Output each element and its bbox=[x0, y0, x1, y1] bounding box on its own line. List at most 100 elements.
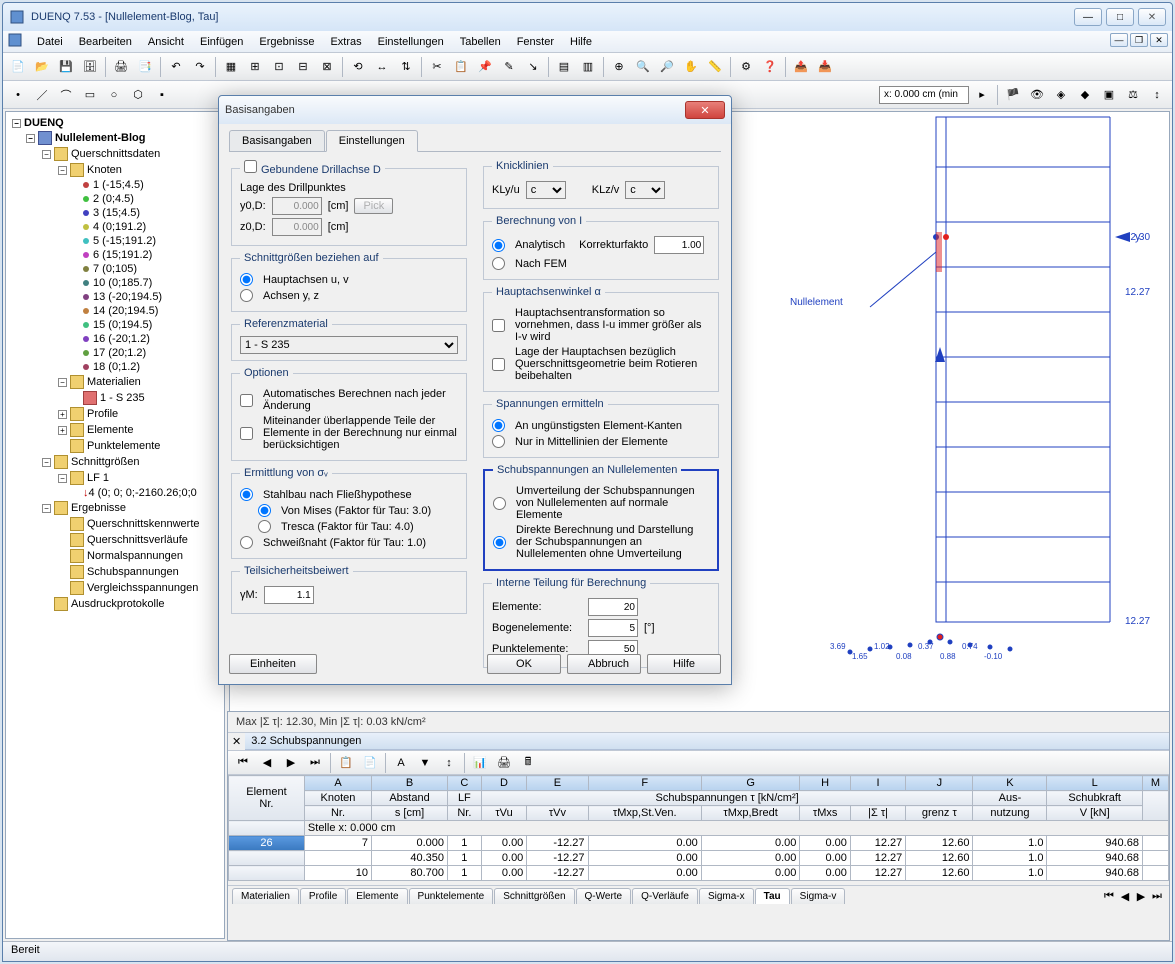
col-letter-g[interactable]: G bbox=[701, 776, 800, 791]
circle-icon[interactable]: ○ bbox=[103, 84, 125, 106]
pick-button[interactable]: Pick bbox=[354, 198, 393, 214]
hilfe-button[interactable]: Hilfe bbox=[647, 654, 721, 674]
undo-icon[interactable]: ↶ bbox=[165, 56, 187, 78]
tree-ergebnis-item[interactable]: Normalspannungen bbox=[10, 548, 220, 564]
tree-knoten[interactable]: −Knoten bbox=[10, 162, 220, 178]
tree-project[interactable]: −Nullelement-Blog bbox=[10, 130, 220, 146]
tree-knoten-item[interactable]: 4 (0;191.2) bbox=[10, 220, 220, 234]
abbruch-button[interactable]: Abbruch bbox=[567, 654, 641, 674]
open-icon[interactable]: 📂 bbox=[31, 56, 53, 78]
dialog-titlebar[interactable]: Basisangaben ✕ bbox=[219, 96, 731, 124]
zoom-in-icon[interactable]: 🔍 bbox=[632, 56, 654, 78]
tab-scroll-first[interactable]: ⏮ bbox=[1101, 888, 1117, 904]
rect-icon[interactable]: ▭ bbox=[79, 84, 101, 106]
korrektur-input[interactable] bbox=[654, 236, 704, 254]
snap-icon[interactable]: ⊞ bbox=[244, 56, 266, 78]
result-tab[interactable]: Elemente bbox=[347, 888, 407, 904]
tree-profile[interactable]: +Profile bbox=[10, 406, 220, 422]
tree-knoten-item[interactable]: 16 (-20;1.2) bbox=[10, 332, 220, 346]
tree-knoten-item[interactable]: 15 (0;194.5) bbox=[10, 318, 220, 332]
export-icon[interactable]: 📤 bbox=[790, 56, 812, 78]
tree-knoten-item[interactable]: 5 (-15;191.2) bbox=[10, 234, 220, 248]
hauptachsen-radio[interactable] bbox=[240, 273, 253, 286]
tree-material-item[interactable]: 1 - S 235 bbox=[10, 390, 220, 406]
tree-knoten-item[interactable]: 18 (0;1.2) bbox=[10, 360, 220, 374]
tbl-paste-icon[interactable]: 📄 bbox=[359, 752, 381, 774]
tree-knoten-item[interactable]: 6 (15;191.2) bbox=[10, 248, 220, 262]
table-row[interactable]: 40.35010.00-12.270.000.000.0012.2712.601… bbox=[229, 851, 1169, 866]
tab-scroll-next[interactable]: ▶ bbox=[1133, 888, 1149, 904]
tree-knoten-item[interactable]: 7 (0;105) bbox=[10, 262, 220, 276]
tree-ergebnis-item[interactable]: Vergleichsspannungen bbox=[10, 580, 220, 596]
tree-knoten-item[interactable]: 1 (-15;4.5) bbox=[10, 178, 220, 192]
redo-icon[interactable]: ↷ bbox=[189, 56, 211, 78]
pan-icon[interactable]: ✋ bbox=[680, 56, 702, 78]
zoom-fit-icon[interactable]: ⊕ bbox=[608, 56, 630, 78]
tool-icon-8[interactable]: ↘ bbox=[522, 56, 544, 78]
direkte-radio[interactable] bbox=[493, 536, 506, 549]
maximize-button[interactable]: □ bbox=[1106, 8, 1134, 26]
mdi-minimize[interactable]: — bbox=[1110, 33, 1128, 47]
tbl-export-icon[interactable]: 📊 bbox=[469, 752, 491, 774]
col-letter-j[interactable]: J bbox=[906, 776, 973, 791]
tree-ergebnis-item[interactable]: Querschnittskennwerte bbox=[10, 516, 220, 532]
table-icon[interactable]: ▤ bbox=[553, 56, 575, 78]
col-letter-l[interactable]: L bbox=[1047, 776, 1143, 791]
tab-scroll-last[interactable]: ⏭ bbox=[1149, 888, 1165, 904]
tree-materialien[interactable]: −Materialien bbox=[10, 374, 220, 390]
col-letter-m[interactable]: M bbox=[1142, 776, 1168, 791]
dialog-close-button[interactable]: ✕ bbox=[685, 101, 725, 119]
display-icon-2[interactable]: 👁 bbox=[1026, 84, 1048, 106]
col-letter-b[interactable]: B bbox=[372, 776, 448, 791]
table2-icon[interactable]: ▥ bbox=[577, 56, 599, 78]
stepper-icon[interactable]: ▸ bbox=[971, 84, 993, 106]
tbl-calc-icon[interactable]: 🖩 bbox=[517, 752, 539, 774]
analytisch-radio[interactable] bbox=[492, 239, 505, 252]
col-letter-d[interactable]: D bbox=[481, 776, 527, 791]
tbl-first-icon[interactable]: ⏮ bbox=[232, 752, 254, 774]
result-tab[interactable]: Punktelemente bbox=[409, 888, 494, 904]
display-icon-1[interactable]: 🏴 bbox=[1002, 84, 1024, 106]
menu-tabellen[interactable]: Tabellen bbox=[452, 34, 509, 50]
mittellinien-radio[interactable] bbox=[492, 435, 505, 448]
lage-checkbox[interactable] bbox=[492, 358, 505, 371]
ok-button[interactable]: OK bbox=[487, 654, 561, 674]
result-tab[interactable]: Q-Verläufe bbox=[632, 888, 698, 904]
tab-scroll-prev[interactable]: ◀ bbox=[1117, 888, 1133, 904]
col-letter-c[interactable]: C bbox=[447, 776, 481, 791]
measure-icon[interactable]: 📏 bbox=[704, 56, 726, 78]
tree-knoten-item[interactable]: 17 (20;1.2) bbox=[10, 346, 220, 360]
stahlbau-radio[interactable] bbox=[240, 488, 253, 501]
print-icon[interactable]: 🖨 bbox=[110, 56, 132, 78]
help-icon[interactable]: ❓ bbox=[759, 56, 781, 78]
menu-extras[interactable]: Extras bbox=[322, 34, 369, 50]
tree-knoten-item[interactable]: 3 (15;4.5) bbox=[10, 206, 220, 220]
preview-icon[interactable]: 📑 bbox=[134, 56, 156, 78]
grid-icon[interactable]: ▦ bbox=[220, 56, 242, 78]
tree-ausdruck[interactable]: Ausdruckprotokolle bbox=[10, 596, 220, 612]
menu-bearbeiten[interactable]: Bearbeiten bbox=[71, 34, 140, 50]
navigator-tree[interactable]: −DUENQ −Nullelement-Blog −Querschnittsda… bbox=[5, 111, 225, 939]
menu-fenster[interactable]: Fenster bbox=[509, 34, 562, 50]
arc-icon[interactable]: ⌒ bbox=[55, 84, 77, 106]
point-icon[interactable]: ▪ bbox=[151, 84, 173, 106]
result-tab[interactable]: Sigma-x bbox=[699, 888, 754, 904]
transformation-checkbox[interactable] bbox=[492, 319, 505, 332]
drillachse-checkbox[interactable] bbox=[244, 160, 257, 173]
tree-querschnitt[interactable]: −Querschnittsdaten bbox=[10, 146, 220, 162]
panel-close-icon[interactable]: ✕ bbox=[228, 734, 245, 749]
tree-ergebnisse[interactable]: −Ergebnisse bbox=[10, 500, 220, 516]
tool-icon-7[interactable]: ✎ bbox=[498, 56, 520, 78]
tree-knoten-item[interactable]: 10 (0;185.7) bbox=[10, 276, 220, 290]
result-tab[interactable]: Schnittgrößen bbox=[494, 888, 574, 904]
tree-lf1-item[interactable]: ↓ 4 (0; 0; 0;-2160.26;0;0 bbox=[10, 486, 220, 500]
tbl-next-icon[interactable]: ▶ bbox=[280, 752, 302, 774]
result-tab[interactable]: Sigma-v bbox=[791, 888, 846, 904]
umverteilung-radio[interactable] bbox=[493, 497, 506, 510]
tree-elemente[interactable]: +Elemente bbox=[10, 422, 220, 438]
cut-icon[interactable]: ✂ bbox=[426, 56, 448, 78]
tbl-copy-icon[interactable]: 📋 bbox=[335, 752, 357, 774]
schweissnaht-radio[interactable] bbox=[240, 536, 253, 549]
tool-icon-3[interactable]: ⊠ bbox=[316, 56, 338, 78]
results-table[interactable]: ElementNr. A B C D E F G H I J K L M Kno… bbox=[228, 775, 1169, 881]
